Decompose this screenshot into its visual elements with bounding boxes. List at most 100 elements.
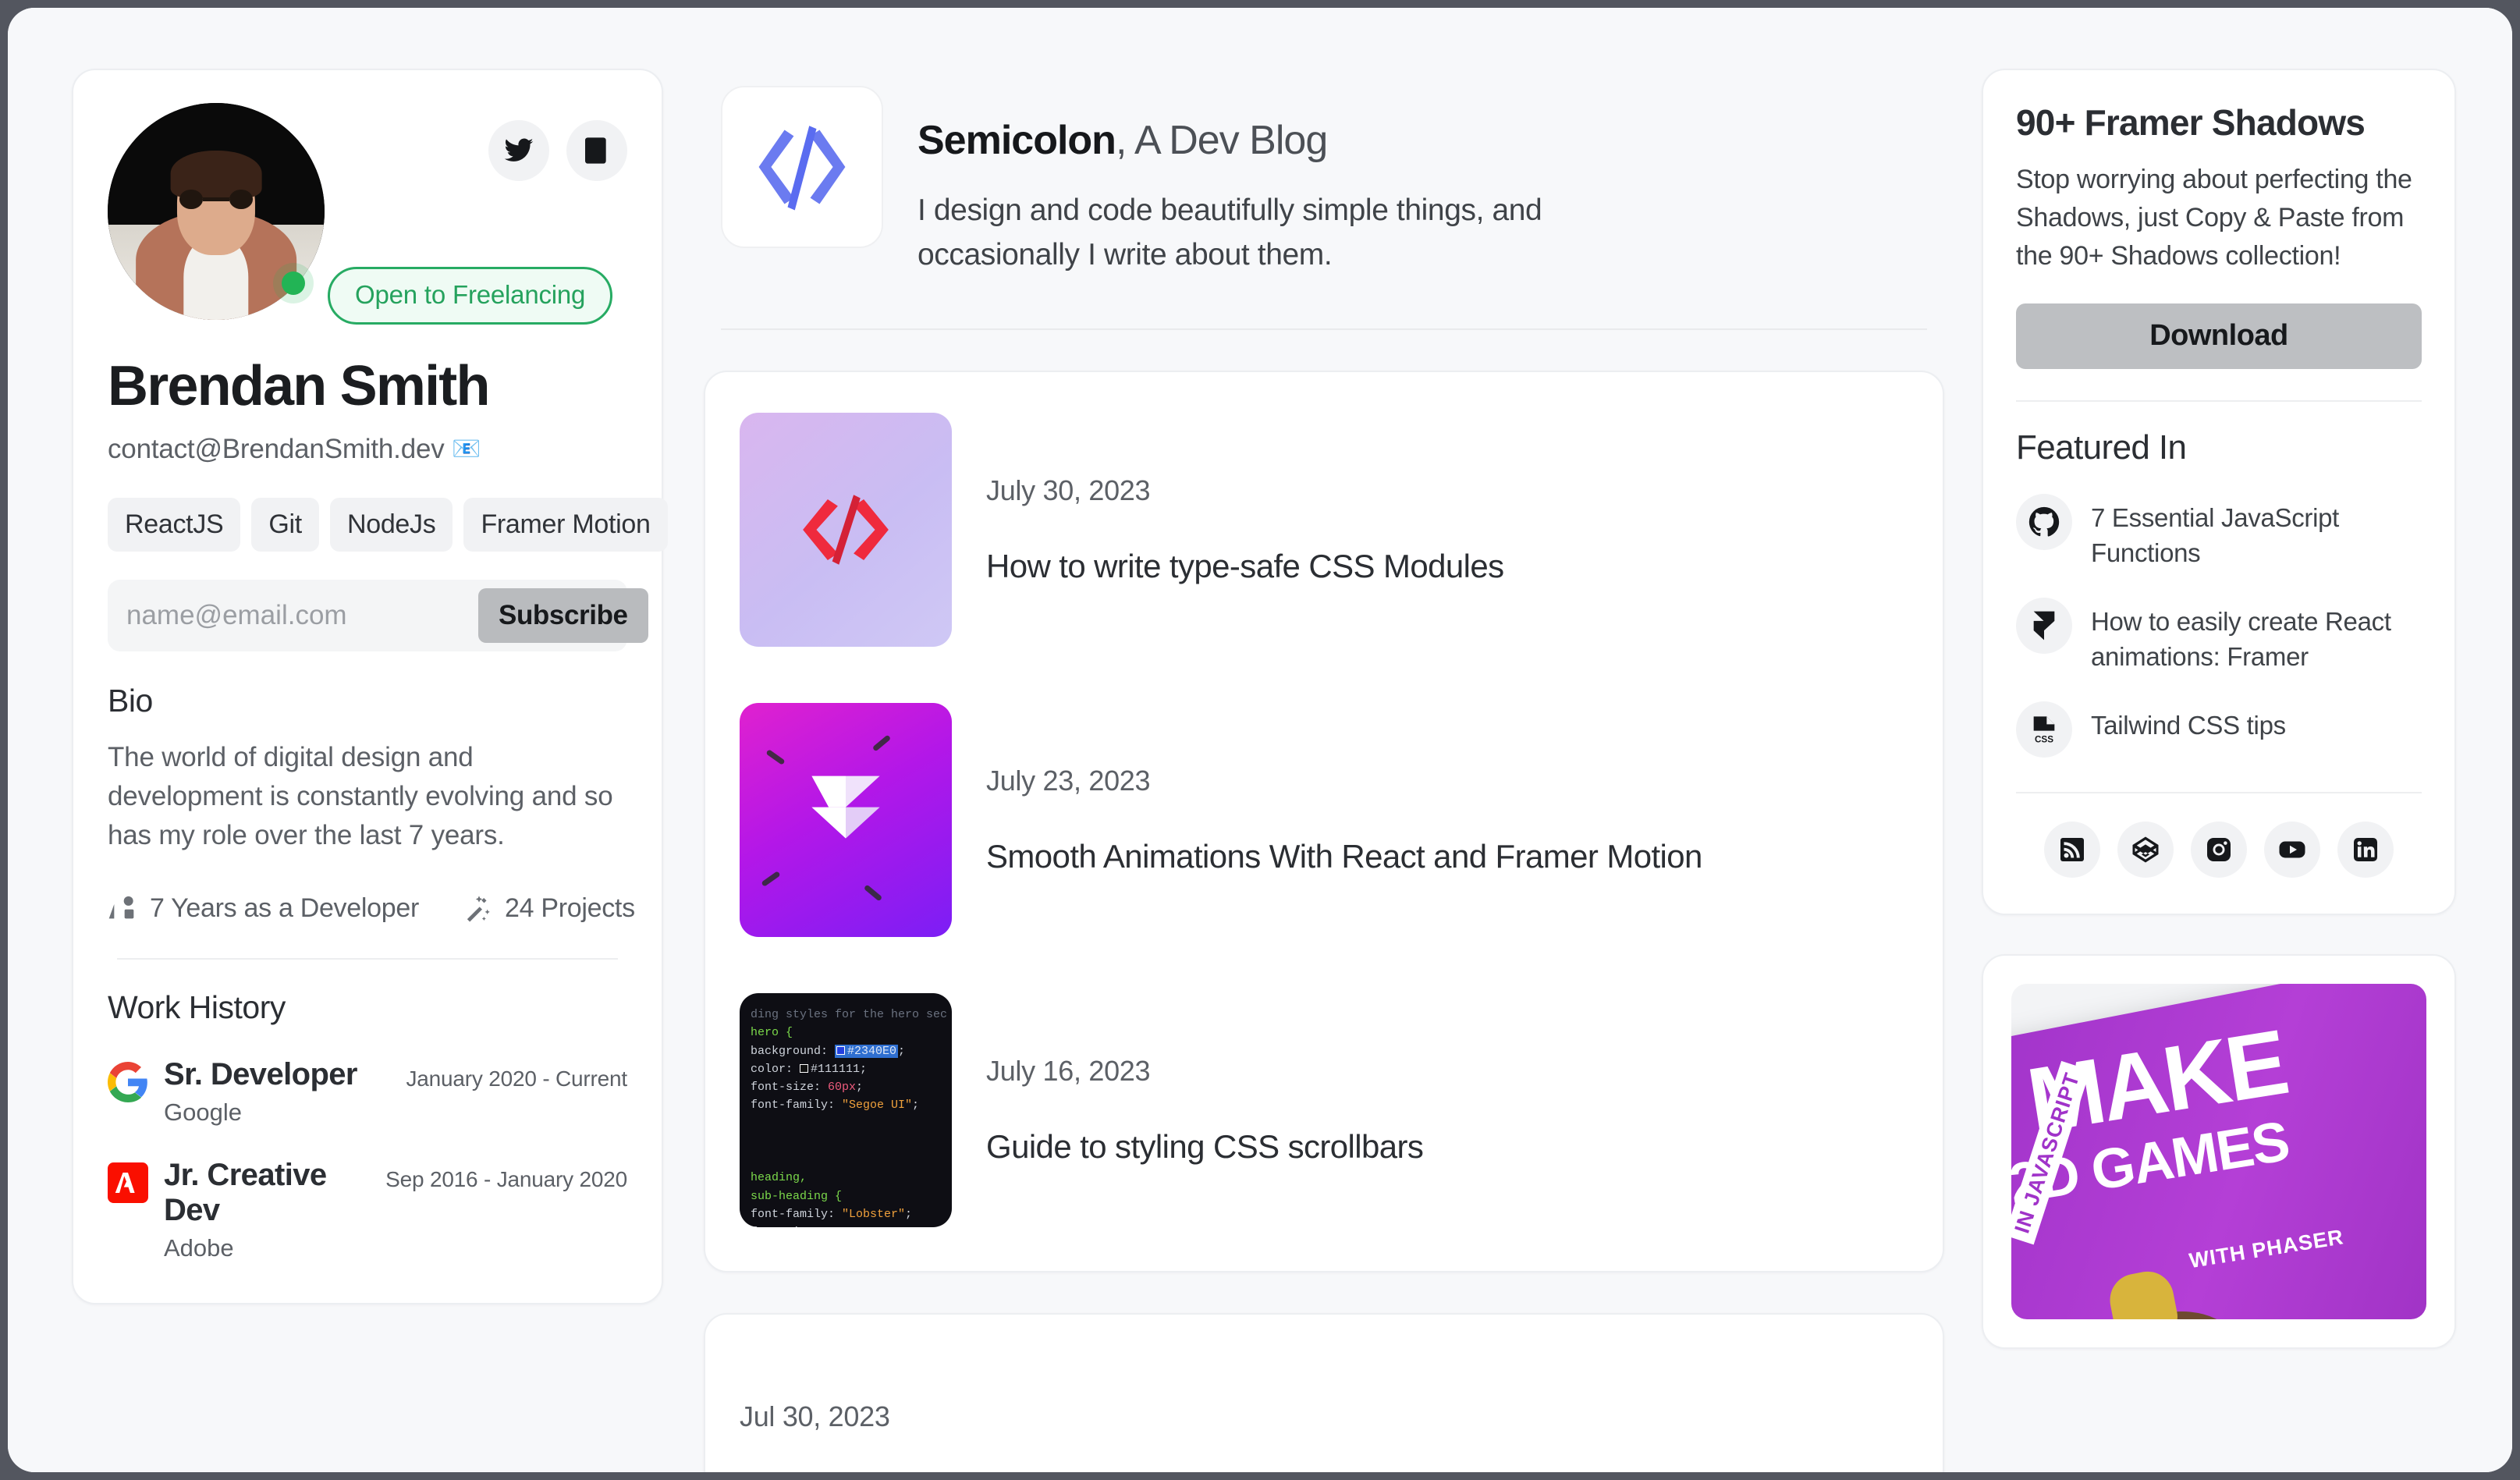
job-info: Sr. Developer Google <box>164 1057 406 1127</box>
bottom-post-card[interactable]: Jul 30, 2023 <box>704 1313 1944 1472</box>
skill-tag[interactable]: Framer Motion <box>463 498 668 552</box>
stat-label: 24 Projects <box>504 893 635 923</box>
job-title: Jr. Creative Dev <box>164 1158 327 1228</box>
post-date: July 23, 2023 <box>986 765 1151 797</box>
divider <box>721 328 1927 331</box>
promo-card: 90+ Framer Shadows Stop worrying about p… <box>1982 69 2456 915</box>
instagram-icon <box>2207 837 2231 861</box>
profile-social-links <box>488 120 627 181</box>
code-line: font-size: 220px; <box>751 1223 952 1227</box>
job-company: Google <box>164 1098 242 1127</box>
rss-icon <box>2060 837 2084 861</box>
github-icon-wrap <box>2016 493 2072 550</box>
read-icon <box>585 137 606 164</box>
book-promo-card[interactable]: MAKE 2D GAMES IN JAVASCRIPT WITH PHASER … <box>1982 953 2456 1349</box>
post-item[interactable]: July 30, 2023 How to write type-safe CSS… <box>740 405 1908 655</box>
post-title: How to write type-safe CSS Modules <box>986 548 1504 585</box>
job-dates: Sep 2016 - January 2020 <box>385 1167 627 1192</box>
page-title: Brendan Smith <box>108 355 490 417</box>
css-file-icon-wrap: CSS <box>2016 701 2072 758</box>
codepen-icon-button[interactable] <box>2117 821 2174 878</box>
code-line: background: #2340E0; <box>751 1044 906 1058</box>
blog-title-block: Semicolon, A Dev Blog I design and code … <box>917 86 1666 277</box>
experience-icon <box>108 896 134 919</box>
post-thumbnail <box>740 703 952 938</box>
stat-projects: 24 Projects <box>463 893 635 924</box>
featured-label: Tailwind CSS tips <box>2091 710 2286 740</box>
bio-text: The world of digital design and developm… <box>108 742 613 851</box>
code-line: font-family: "Lobster"; <box>751 1207 913 1221</box>
skill-tag[interactable]: NodeJs <box>329 498 453 552</box>
twitter-icon <box>504 138 534 161</box>
featured-item[interactable]: How to easily create React animations: F… <box>2016 597 2422 675</box>
work-history-item[interactable]: Sr. Developer Google January 2020 - Curr… <box>108 1057 627 1127</box>
blog-title-rest: , A Dev Blog <box>1115 118 1328 163</box>
read-icon-button[interactable] <box>566 120 627 181</box>
promo-description: Stop worrying about perfecting the Shado… <box>2016 165 2412 271</box>
download-button[interactable]: Download <box>2016 303 2422 369</box>
skill-tags: ReactJS Git NodeJs Framer Motion <box>108 498 668 552</box>
social-links-row <box>2016 821 2422 878</box>
page-root: Open to Freelancing Brendan Smith contac… <box>8 8 2512 1472</box>
twitter-icon-button[interactable] <box>488 120 549 181</box>
post-title: Smooth Animations With React and Framer … <box>986 838 1702 875</box>
job-company: Adobe <box>164 1234 234 1262</box>
post-item[interactable]: July 23, 2023 Smooth Animations With Rea… <box>740 695 1908 945</box>
rss-icon-button[interactable] <box>2044 821 2100 878</box>
book-cover: MAKE 2D GAMES IN JAVASCRIPT WITH PHASER … <box>2011 983 2426 1319</box>
bio-heading: Bio <box>108 683 153 719</box>
featured-item[interactable]: 7 Essential JavaScript Functions <box>2016 493 2422 571</box>
job-title: Sr. Developer <box>164 1057 357 1092</box>
code-line: sub-heading { <box>751 1189 843 1203</box>
code-line: font-size: 60px; <box>751 1081 864 1095</box>
post-item[interactable]: ding styles for the hero sec hero { back… <box>740 985 1908 1235</box>
youtube-icon-button[interactable] <box>2264 821 2320 878</box>
framer-icon <box>2033 611 2055 641</box>
blog-description: I design and code beautifully simple thi… <box>917 193 1542 272</box>
code-brackets-red-icon <box>803 495 889 565</box>
book-cover-image: MAKE 2D GAMES IN JAVASCRIPT WITH PHASER … <box>2011 983 2426 1319</box>
profile-header: Open to Freelancing <box>108 103 627 337</box>
blog-title-bold: Semicolon <box>917 118 1116 163</box>
post-thumbnail <box>740 413 952 648</box>
linkedin-icon-button[interactable] <box>2337 821 2394 878</box>
newsletter-form: Subscribe <box>108 580 648 651</box>
featured-label: How to easily create React animations: F… <box>2091 606 2391 672</box>
skill-tag[interactable]: Git <box>251 498 319 552</box>
stat-experience: 7 Years as a Developer <box>108 893 419 924</box>
code-brackets-icon <box>758 126 846 211</box>
framer-icon-wrap <box>2016 597 2072 654</box>
work-history-item[interactable]: Jr. Creative Dev Adobe Sep 2016 - Januar… <box>108 1158 627 1262</box>
magic-wand-icon <box>467 896 490 922</box>
post-body: July 30, 2023 How to write type-safe CSS… <box>986 474 1908 585</box>
framer-motion-logo <box>811 775 880 839</box>
profile-email-text: contact@BrendanSmith.dev <box>108 434 445 464</box>
profile-email[interactable]: contact@BrendanSmith.dev 📧 <box>108 434 627 465</box>
post-body: July 23, 2023 Smooth Animations With Rea… <box>986 765 1908 875</box>
skill-tag[interactable]: ReactJS <box>108 498 241 552</box>
divider <box>117 958 618 960</box>
left-column: Open to Freelancing Brendan Smith contac… <box>8 69 668 1472</box>
post-date: July 16, 2023 <box>986 1055 1151 1088</box>
browser-frame: Open to Freelancing Brendan Smith contac… <box>8 8 2512 1472</box>
post-date: July 30, 2023 <box>986 474 1151 507</box>
blog-header: Semicolon, A Dev Blog I design and code … <box>704 69 1944 277</box>
instagram-icon-button[interactable] <box>2191 821 2247 878</box>
codepen-icon <box>2132 836 2159 863</box>
profile-stats: 7 Years as a Developer 24 Projects <box>108 893 635 924</box>
css-file-icon: CSS <box>2033 716 2055 745</box>
envelope-icon: 📧 <box>452 436 481 462</box>
post-body: July 16, 2023 Guide to styling CSS scrol… <box>986 1055 1908 1166</box>
profile-card: Open to Freelancing Brendan Smith contac… <box>72 69 668 1305</box>
promo-title: 90+ Framer Shadows <box>2016 102 2366 143</box>
code-line: font-family: "Segoe UI"; <box>751 1098 920 1113</box>
blog-title: Semicolon, A Dev Blog <box>917 86 1666 164</box>
featured-item[interactable]: CSS Tailwind CSS tips <box>2016 701 2422 758</box>
google-logo <box>108 1062 147 1103</box>
github-icon <box>2028 506 2060 537</box>
subscribe-button[interactable]: Subscribe <box>478 588 648 643</box>
code-editor-screenshot: ding styles for the hero sec hero { back… <box>740 993 952 1227</box>
email-input[interactable] <box>108 600 478 631</box>
code-line: heading, <box>751 1171 807 1185</box>
featured-label: 7 Essential JavaScript Functions <box>2091 502 2340 568</box>
